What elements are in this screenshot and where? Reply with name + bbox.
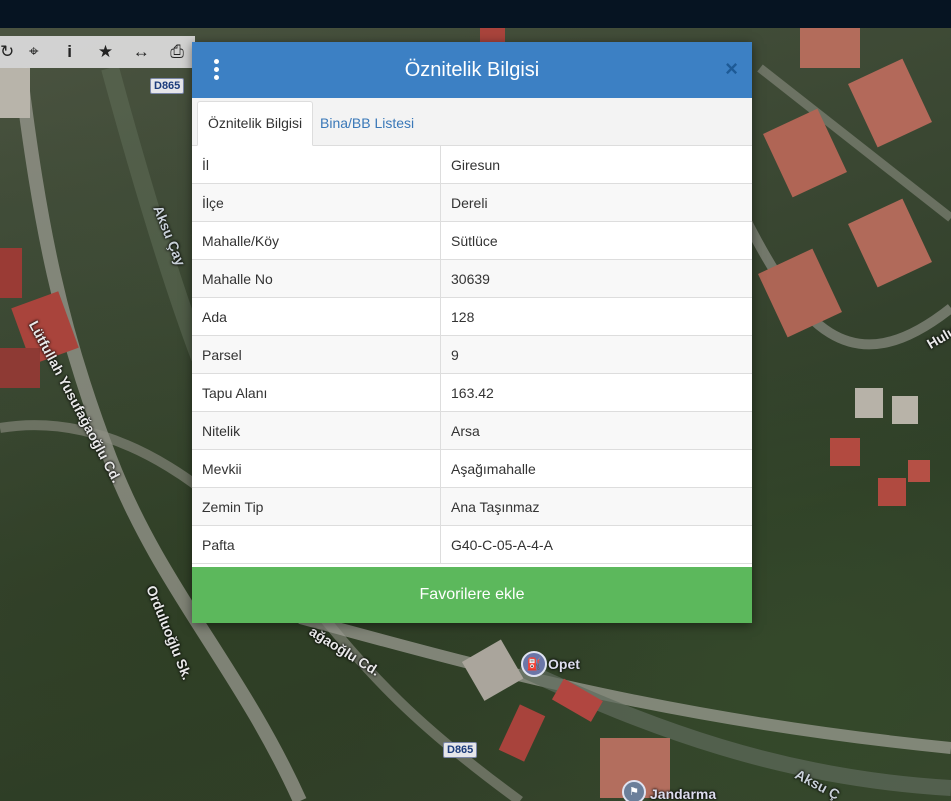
attribute-value: Giresun — [440, 146, 752, 184]
attribute-value: 30639 — [440, 259, 752, 298]
table-row: Mevkii Aşağımahalle — [192, 449, 752, 488]
star-icon[interactable]: ★ — [88, 36, 124, 68]
table-row: Mahalle/Köy Sütlüce — [192, 221, 752, 260]
table-row: Pafta G40-C-05-A-4-A — [192, 525, 752, 564]
attribute-key: İlçe — [192, 183, 441, 222]
attribute-key: Mahalle No — [192, 259, 441, 298]
attribute-key: Mahalle/Köy — [192, 221, 441, 260]
attribute-key: Nitelik — [192, 411, 441, 450]
print-icon[interactable]: ⎙ — [159, 36, 195, 68]
police-icon[interactable]: ⚑ — [622, 780, 646, 801]
dialog-header: Öznitelik Bilgisi × — [192, 42, 752, 98]
table-row: Zemin Tip Ana Taşınmaz — [192, 487, 752, 526]
attribute-value: 9 — [440, 335, 752, 374]
fuel-icon[interactable]: ⛽ — [521, 651, 547, 677]
attribute-value: Ana Taşınmaz — [440, 487, 752, 526]
top-bar — [0, 0, 951, 28]
info-icon[interactable]: i — [52, 36, 88, 68]
tab-attribute-info[interactable]: Öznitelik Bilgisi — [197, 101, 314, 146]
attribute-value: Sütlüce — [440, 221, 752, 260]
attribute-value: 128 — [440, 297, 752, 336]
tab-building-list[interactable]: Bina/BB Listesi — [310, 101, 424, 145]
attribute-value: Aşağımahalle — [440, 449, 752, 488]
table-row: Nitelik Arsa — [192, 411, 752, 450]
poi-opet-label[interactable]: Opet — [548, 656, 580, 672]
refresh-icon[interactable]: ↻ — [0, 36, 16, 68]
attribute-table: İl Giresun İlçe Dereli Mahalle/Köy Sütlüce … — [192, 146, 752, 564]
attribute-value: 163.42 — [440, 373, 752, 412]
map-toolbar: ↻ ⌖ i ★ ↔ ⎙ — [0, 36, 195, 68]
attribute-value: Arsa — [440, 411, 752, 450]
crosshair-icon[interactable]: ⌖ — [16, 36, 52, 68]
attribute-key: Mevkii — [192, 449, 441, 488]
road-shield: D865 — [443, 742, 478, 758]
attribute-key: Zemin Tip — [192, 487, 441, 526]
dialog-tabs: Öznitelik Bilgisi Bina/BB Listesi — [192, 98, 752, 146]
close-icon[interactable]: × — [725, 58, 738, 80]
kebab-menu-icon[interactable] — [212, 59, 220, 81]
table-row: İl Giresun — [192, 146, 752, 184]
table-row: Parsel 9 — [192, 335, 752, 374]
attribute-key: Pafta — [192, 525, 441, 564]
attribute-key: Tapu Alanı — [192, 373, 441, 412]
table-row: İlçe Dereli — [192, 183, 752, 222]
table-row: Ada 128 — [192, 297, 752, 336]
table-row: Mahalle No 30639 — [192, 259, 752, 298]
attribute-key: İl — [192, 146, 441, 184]
attribute-value: Dereli — [440, 183, 752, 222]
measure-icon[interactable]: ↔ — [123, 36, 159, 68]
poi-jandarma-label[interactable]: Jandarma — [650, 786, 716, 801]
attribute-key: Parsel — [192, 335, 441, 374]
table-row: Tapu Alanı 163.42 — [192, 373, 752, 412]
add-to-favorites-button[interactable]: Favorilere ekle — [192, 567, 752, 623]
road-shield: D865 — [150, 78, 185, 94]
attribute-info-dialog: Öznitelik Bilgisi × Öznitelik Bilgisi Bi… — [192, 42, 752, 623]
dialog-title: Öznitelik Bilgisi — [404, 58, 540, 81]
attribute-key: Ada — [192, 297, 441, 336]
attribute-value: G40-C-05-A-4-A — [440, 525, 752, 564]
